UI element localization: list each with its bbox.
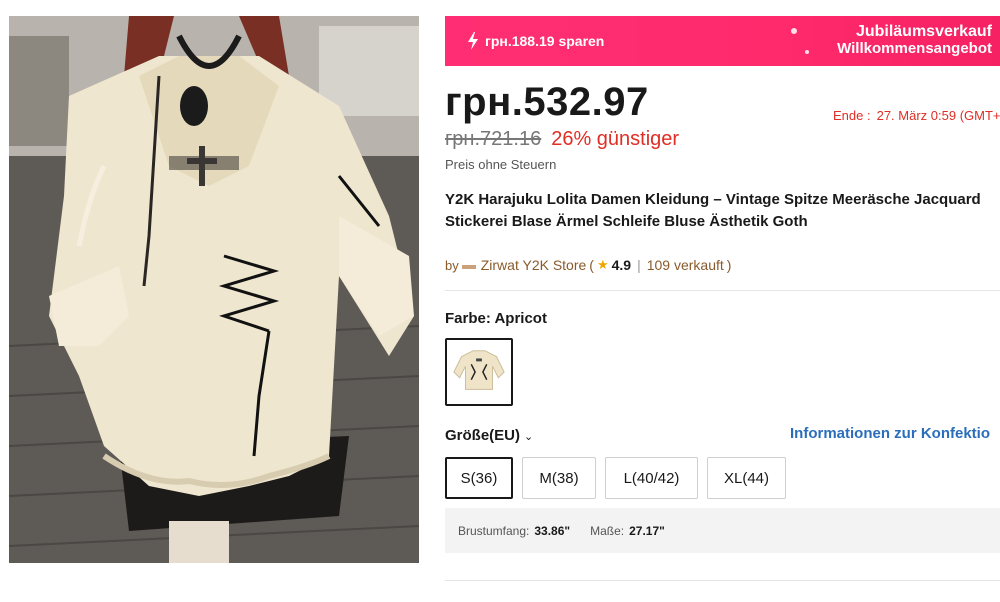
savings-amount: грн.188.19 [485,33,555,49]
sparkle-icon [791,28,797,34]
promo-event: Jubiläumsverkauf Willkommensangebot [837,23,992,57]
promo-event-subtitle: Willkommensangebot [837,40,992,57]
size-selector-label[interactable]: Größe(EU) ⌄ [445,427,533,444]
store-info[interactable]: by Zirwat Y2K Store ( ★ 4.9 | 109 verkau… [445,257,731,273]
original-price: грн.721.16 [445,128,542,150]
product-image[interactable] [9,16,419,563]
size-option-xl[interactable]: XL(44) [707,457,786,499]
divider [445,580,1000,581]
sparkle-icon [805,50,809,54]
tax-note: Preis ohne Steuern [445,157,557,172]
divider [445,290,1000,291]
color-label: Farbe: Apricot [445,310,547,327]
size-option-s[interactable]: S(36) [445,457,513,499]
sale-end-label: Ende : [833,108,871,123]
store-open-paren: ( [589,257,594,273]
price-comparison: грн.721.16 26% günstiger [445,128,679,151]
product-title-line-2: Stickerei Blase Ärmel Schleife Bluse Äst… [445,213,808,230]
current-price: грн.532.97 [445,80,649,124]
store-close-paren: ) [726,257,732,273]
product-title-line-1: Y2K Harajuku Lolita Damen Kleidung – Vin… [445,191,981,208]
sale-end-date: 27. März 0:59 (GMT+2 [876,108,1000,123]
sale-end-time: Ende : 27. März 0:59 (GMT+2 [833,108,1000,123]
lightning-icon [468,32,478,50]
size-option-m[interactable]: M(38) [522,457,596,499]
store-separator: | [637,257,641,273]
savings-label: sparen [558,33,605,49]
promo-event-title: Jubiläumsverkauf [855,23,992,40]
sold-count: 109 verkauft [646,257,724,273]
savings-text: грн.188.19 sparen [485,33,604,49]
size-options: S(36) M(38) L(40/42) XL(44) [445,457,786,499]
bust-value: 33.86" [534,523,571,538]
size-guide-link[interactable]: Informationen zur Konfektio [790,425,990,442]
chevron-down-icon: ⌄ [524,431,534,443]
store-rating: 4.9 [611,257,632,273]
length-label: Maße: [590,523,625,538]
store-logo-icon [461,265,476,269]
size-option-l[interactable]: L(40/42) [605,457,698,499]
bust-label: Brustumfang: [458,523,530,538]
product-photo-illustration [9,16,419,563]
store-name-link[interactable]: Zirwat Y2K Store [481,257,587,273]
promo-banner[interactable]: грн.188.19 sparen Jubiläumsverkauf Willk… [445,16,1000,66]
color-swatch-apricot[interactable] [445,338,513,406]
discount-badge: 26% günstiger [551,128,680,150]
size-label-text: Größe(EU) [445,427,520,444]
star-icon: ★ [596,257,609,272]
size-measurements: Brustumfang: 33.86" Maße: 27.17" [445,508,1000,553]
length-value: 27.17" [629,523,665,538]
store-by-label: by [445,257,459,273]
product-title: Y2K Harajuku Lolita Damen Kleidung – Vin… [445,189,1000,233]
color-swatch-thumbnail [450,343,508,401]
